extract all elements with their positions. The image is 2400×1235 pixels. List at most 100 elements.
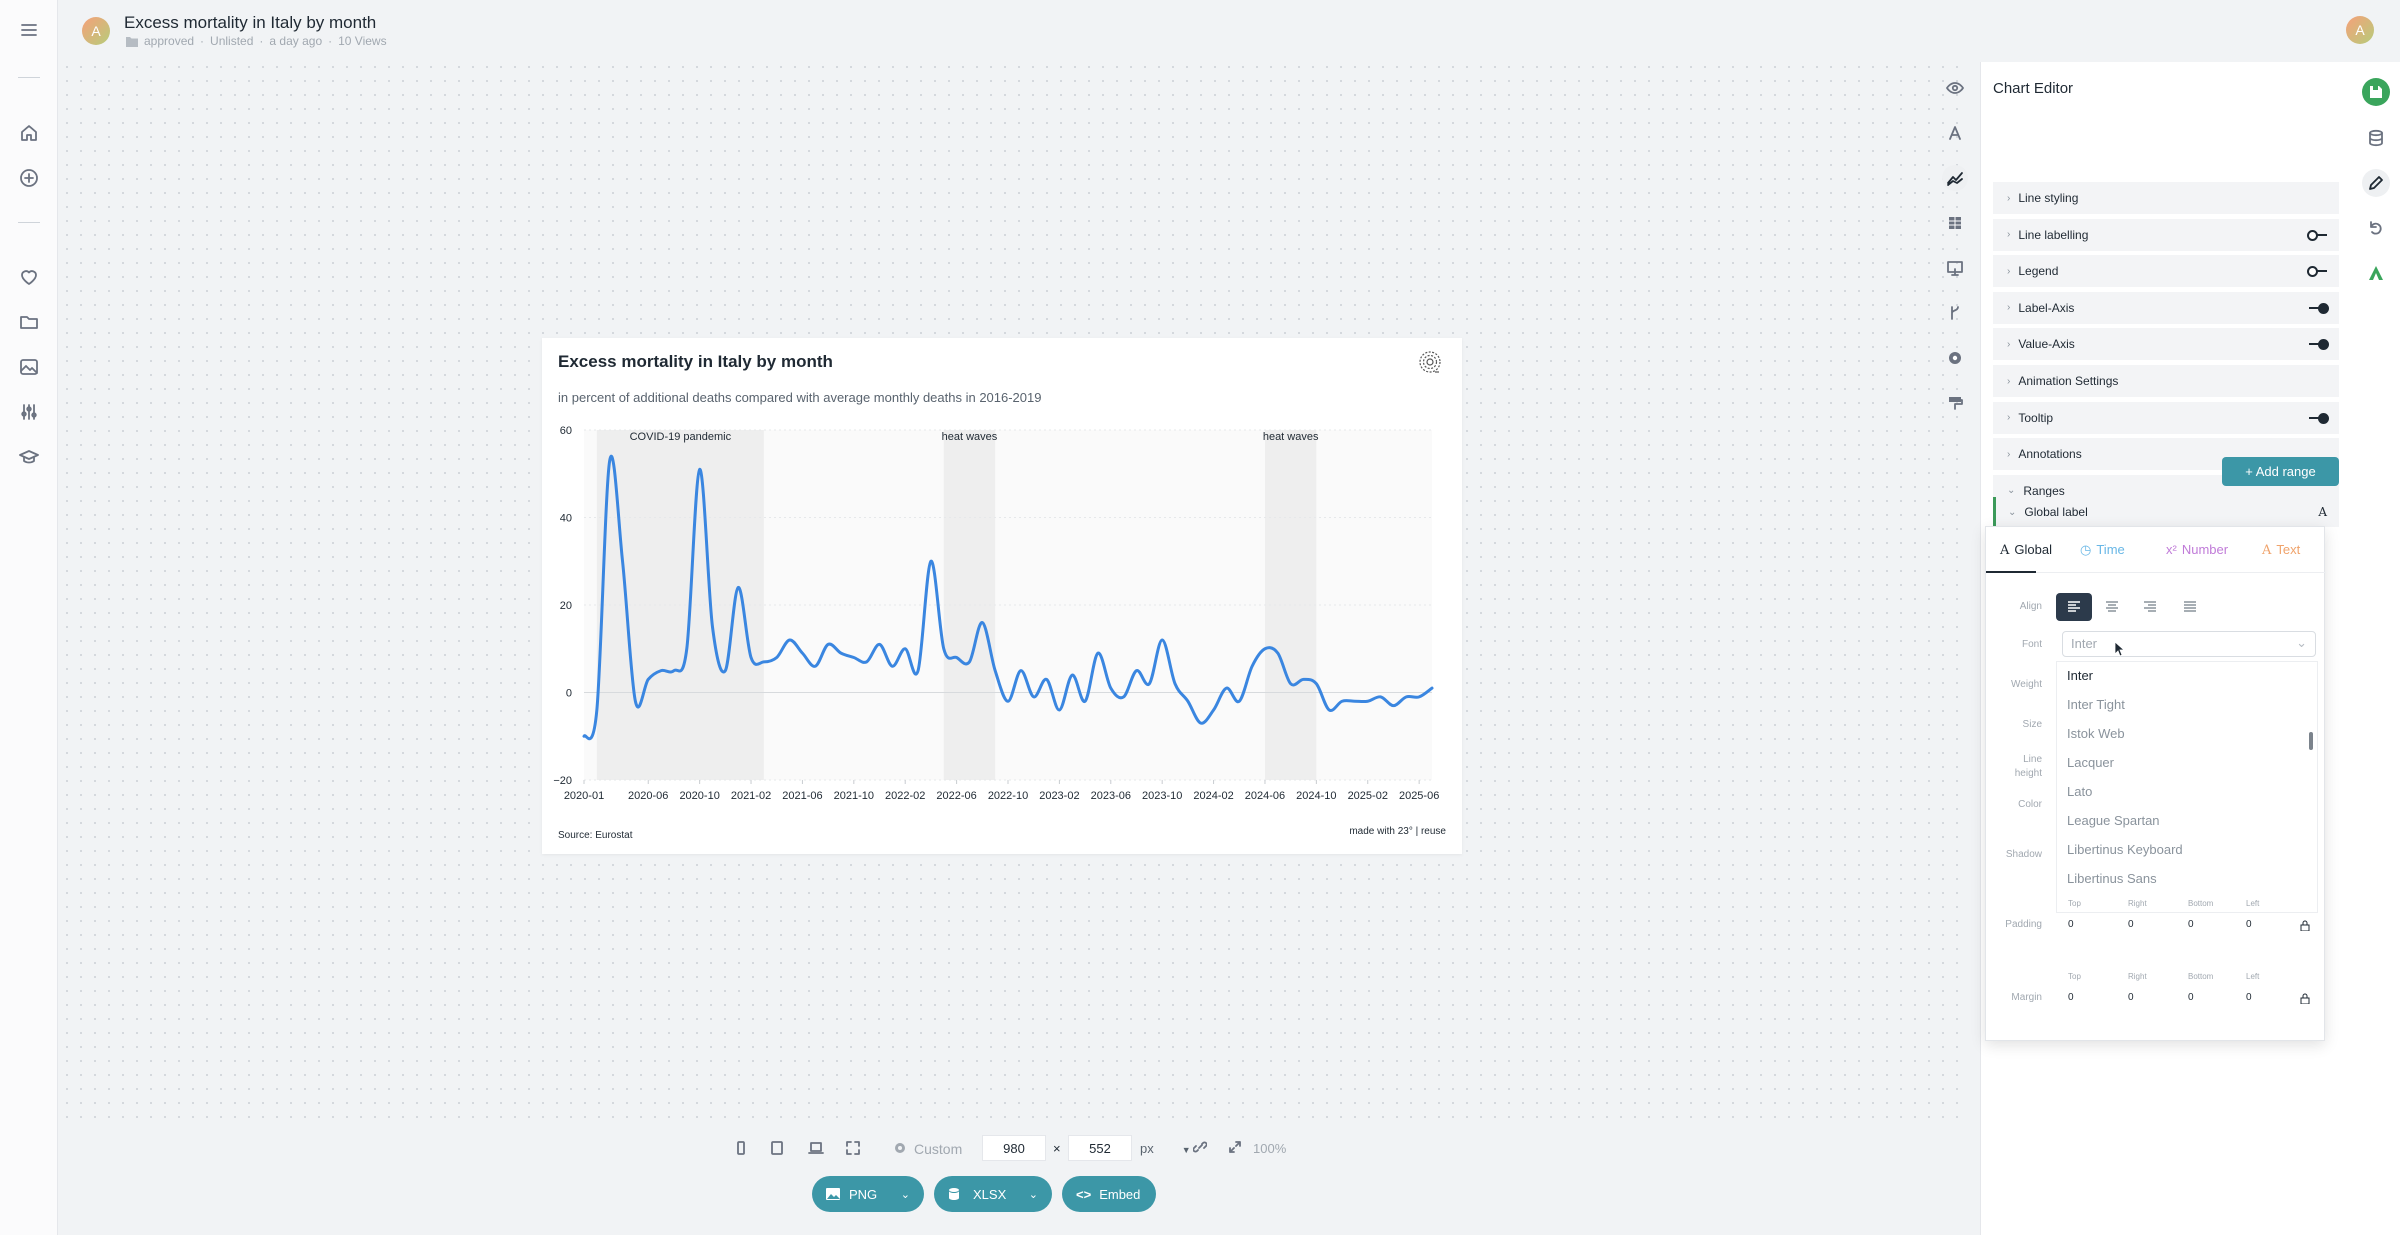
home-icon[interactable] [16,120,42,146]
section-label-axis[interactable]: › Label-Axis [1993,291,2339,325]
font-option[interactable]: Lato [2067,784,2092,799]
chart-type-icon[interactable] [1942,165,1968,191]
meta-separator: · [328,34,333,48]
paint-icon[interactable] [1942,390,1968,416]
fullscreen-icon[interactable] [845,1140,861,1156]
shadow-label: Shadow [2005,849,2042,860]
edit-icon[interactable] [2362,169,2390,197]
padding-top-input[interactable]: 0 [2068,919,2074,930]
scrollbar-thumb[interactable] [2309,732,2313,750]
align-justify-button[interactable] [2172,593,2208,621]
status-label: approved [144,34,195,48]
folder-icon[interactable] [16,309,42,335]
brand-logo-icon[interactable] [2362,259,2390,287]
font-select-placeholder: Inter [2071,636,2098,651]
size-preset[interactable]: Custom [914,1141,962,1157]
chevron-down-icon: ⌄ [2008,506,2017,518]
margin-top-input[interactable]: 0 [2068,992,2074,1003]
chart-subtitle[interactable]: in percent of additional deaths compared… [558,390,1041,405]
lock-icon[interactable] [2300,920,2310,931]
tab-text-label: Text [2276,542,2301,557]
lock-icon[interactable] [2300,993,2310,1004]
typography-icon[interactable] [1942,120,1968,146]
laptop-icon[interactable] [808,1140,824,1156]
add-icon[interactable] [16,165,42,191]
font-option[interactable]: Istok Web [2067,726,2125,741]
section-label: Legend [2018,264,2059,279]
section-label: Label-Axis [2018,300,2075,315]
export-png-button[interactable]: PNG ⌄ [812,1176,924,1212]
section-toggle[interactable] [2307,229,2329,241]
align-center-button[interactable] [2094,593,2130,621]
menu-icon[interactable] [16,17,42,43]
chevron-down-icon: ⌄ [2296,635,2307,650]
link-icon[interactable] [1193,1140,1207,1154]
section-toggle[interactable] [2307,266,2329,278]
unit-label: px [1140,1141,1154,1156]
views-label: 10 Views [338,34,387,48]
margin-left-input[interactable]: 0 [2246,992,2252,1003]
margin-right-input[interactable]: 0 [2128,992,2134,1003]
fit-icon[interactable] [1228,1140,1242,1154]
font-option[interactable]: Lacquer [2067,755,2114,770]
tab-global[interactable]: A Global [2000,542,2052,558]
section-line-styling[interactable]: › Line styling [1993,182,2339,215]
chart-title[interactable]: Excess mortality in Italy by month [558,352,833,372]
section-toggle[interactable] [2307,302,2329,314]
global-label-row[interactable]: ⌄ Global label A [1993,497,2339,527]
height-input[interactable]: 552 [1068,1135,1132,1161]
document-title[interactable]: Excess mortality in Italy by month [124,13,376,33]
section-legend[interactable]: › Legend [1993,255,2339,289]
export-xlsx-button[interactable]: XLSX ⌄ [934,1176,1052,1212]
section-animation-settings[interactable]: › Animation Settings [1993,365,2339,398]
folder-icon [126,36,138,47]
section-tooltip[interactable]: › Tooltip [1993,401,2339,435]
database-icon[interactable] [2362,124,2390,152]
unit-select[interactable]: px ▼ [1140,1141,1191,1156]
embed-icon[interactable] [1942,255,1968,281]
padding-label: Padding [2005,919,2042,930]
times-sign: × [1053,1141,1061,1156]
font-option[interactable]: League Spartan [2067,813,2160,828]
branch-icon[interactable] [1942,300,1968,326]
embed-button[interactable]: <> Embed [1062,1176,1156,1212]
tab-text[interactable]: A Text [2262,542,2300,558]
font-option[interactable]: Libertinus Keyboard [2067,842,2183,857]
add-range-button[interactable]: + Add range [2222,457,2339,486]
zoom-level[interactable]: 100% [1253,1141,1286,1156]
save-icon[interactable] [2362,78,2390,106]
x-tick-label: 2021-02 [731,790,771,802]
align-left-button[interactable] [2056,593,2092,621]
font-select[interactable]: Inter ⌄ [2062,631,2316,657]
tab-time[interactable]: ◷ Time [2080,542,2125,558]
chart-owner-avatar[interactable]: A [82,17,110,45]
phone-icon[interactable] [734,1140,748,1156]
adjustments-icon[interactable] [16,399,42,425]
margin-bottom-input[interactable]: 0 [2188,992,2194,1003]
align-right-button[interactable] [2132,593,2168,621]
font-option[interactable]: Inter Tight [2067,697,2125,712]
chart-source[interactable]: Source: Eurostat [558,830,632,841]
padding-left-input[interactable]: 0 [2246,919,2252,930]
font-option[interactable]: Libertinus Sans [2067,871,2157,886]
width-input[interactable]: 980 [982,1135,1046,1161]
section-toggle[interactable] [2307,412,2329,424]
section-toggle[interactable] [2307,339,2329,351]
chart-credit[interactable]: made with 23° | reuse [1349,826,1446,837]
user-avatar[interactable]: A [2346,16,2374,44]
padding-right-input[interactable]: 0 [2128,919,2134,930]
settings-icon[interactable] [1942,345,1968,371]
padding-bottom-input[interactable]: 0 [2188,919,2194,930]
undo-icon[interactable] [2362,214,2390,242]
tab-number[interactable]: x² Number [2166,542,2228,557]
preview-icon[interactable] [1942,75,1968,101]
chart-card[interactable]: COVID-19 pandemic heat waves heat waves 60 4… [542,338,1462,854]
section-line-labelling[interactable]: › Line labelling [1993,218,2339,252]
section-value-axis[interactable]: › Value-Axis [1993,328,2339,362]
table-icon[interactable] [1942,210,1968,236]
tablet-icon[interactable] [770,1140,784,1156]
font-option[interactable]: Inter [2067,668,2093,683]
image-icon[interactable] [16,354,42,380]
favorites-icon[interactable] [16,264,42,290]
learn-icon[interactable] [16,444,42,470]
